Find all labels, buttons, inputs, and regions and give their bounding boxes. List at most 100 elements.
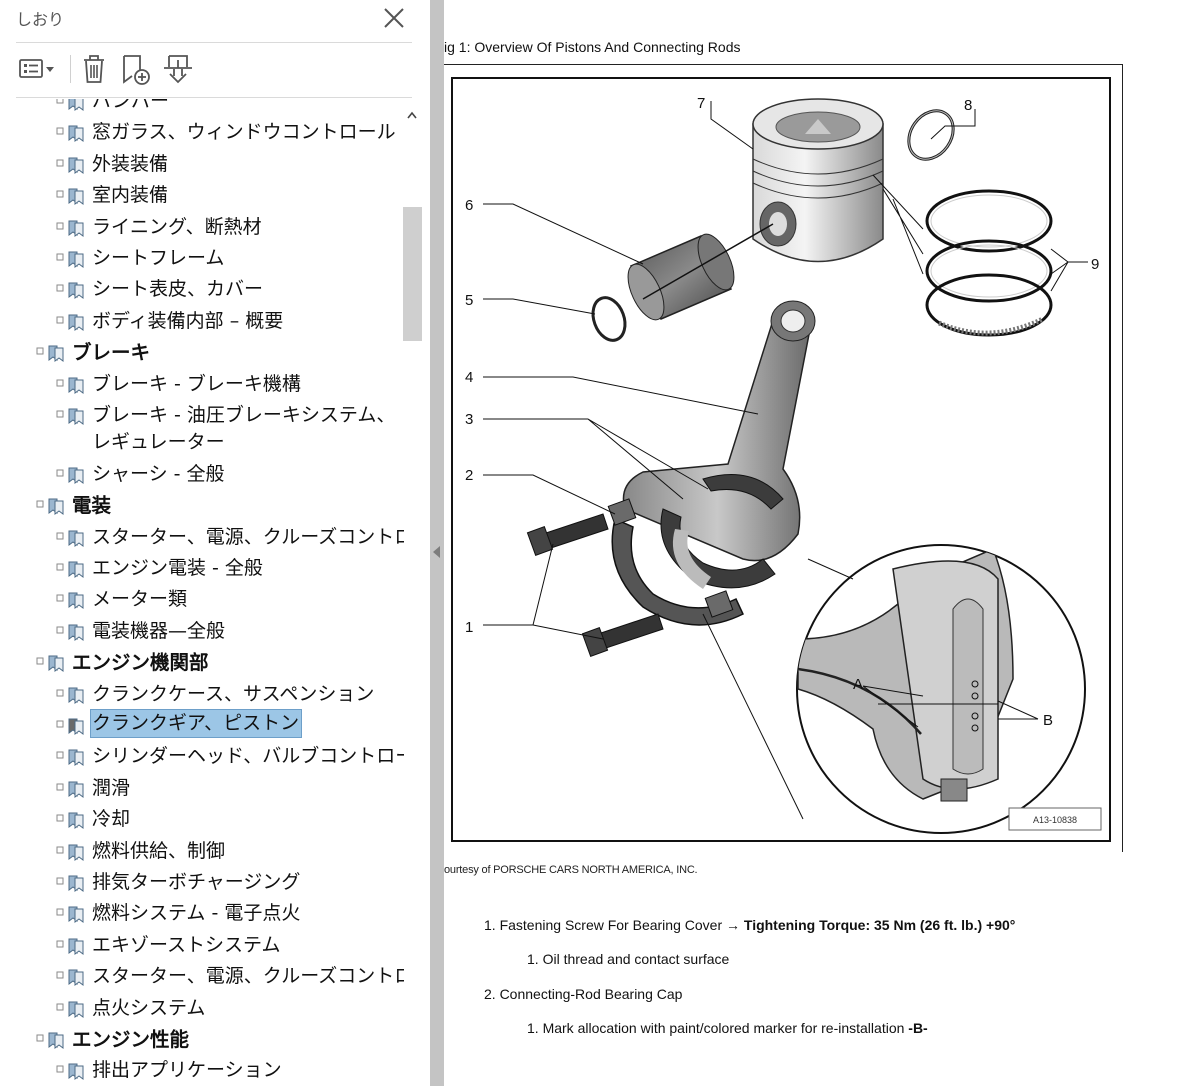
callout-3: 3 — [465, 411, 473, 428]
bookmark-item[interactable]: シートフレーム — [0, 243, 404, 274]
bookmark-label: 燃料システム - 電子点火 — [92, 902, 301, 925]
tree-expander-icon[interactable] — [56, 877, 64, 885]
bookmark-item[interactable]: 燃料供給、制御 — [0, 836, 404, 867]
tree-expander-icon[interactable] — [56, 253, 64, 261]
expand-bookmark-button[interactable] — [160, 52, 196, 86]
bookmark-item[interactable]: エキゾーストシステム — [0, 930, 404, 961]
bookmark-item[interactable]: 点火システム — [0, 993, 404, 1024]
tree-expander-icon[interactable] — [56, 410, 64, 418]
bookmark-label: 室内装備 — [92, 184, 169, 207]
list-item-1-text: 1. Fastening Screw For Bearing Cover → — [484, 917, 744, 933]
bookmark-item[interactable]: ブレーキ - ブレーキ機構 — [0, 369, 404, 400]
bookmark-item[interactable]: 燃料システム - 電子点火 — [0, 898, 404, 929]
bookmark-item[interactable]: クランクケース、サスペンション — [0, 679, 404, 710]
callout-7: 7 — [697, 95, 705, 112]
bookmark-label: クランクケース、サスペンション — [92, 682, 375, 705]
bookmark-item[interactable]: エンジン性能 — [0, 1024, 404, 1055]
tree-expander-icon[interactable] — [56, 594, 64, 602]
panel-splitter[interactable] — [430, 0, 444, 1086]
close-panel-button[interactable] — [381, 5, 407, 31]
bookmark-item[interactable]: クランクギア、ピストン — [0, 709, 404, 741]
bookmark-item[interactable]: 電装 — [0, 490, 404, 521]
collapse-arrow-icon[interactable] — [433, 546, 440, 558]
tree-expander-icon[interactable] — [36, 347, 44, 355]
bookmark-icon — [66, 280, 86, 300]
bookmark-item[interactable]: スターター、電源、クルーズコントロール — [0, 961, 404, 992]
bookmark-item[interactable]: バンパー — [0, 99, 404, 117]
tree-expander-icon[interactable] — [56, 720, 64, 728]
scroll-up-button[interactable] — [402, 109, 422, 123]
tree-expander-icon[interactable] — [56, 532, 64, 540]
scroll-thumb[interactable] — [403, 207, 422, 341]
bookmark-item[interactable]: ボディ装備内部 – 概要 — [0, 306, 404, 337]
options-menu-button[interactable] — [16, 52, 60, 86]
bookmark-item[interactable]: ブレーキ — [0, 337, 404, 368]
bookmark-item[interactable]: シート表皮、カバー — [0, 274, 404, 305]
bookmark-item[interactable]: エンジン電装 - 全般 — [0, 553, 404, 584]
tree-expander-icon[interactable] — [36, 1034, 44, 1042]
bookmark-icon — [66, 590, 86, 610]
bookmark-item[interactable]: 電装機器—全般 — [0, 616, 404, 647]
bookmark-item[interactable]: シャーシ - 全般 — [0, 459, 404, 490]
bookmark-item[interactable]: 室内装備 — [0, 180, 404, 211]
tree-expander-icon[interactable] — [56, 316, 64, 324]
bookmark-icon — [46, 1030, 66, 1050]
bookmark-label: 冷却 — [92, 808, 131, 831]
tree-expander-icon[interactable] — [56, 379, 64, 387]
list-item-2-sub-1-text: 1. Mark allocation with paint/colored ma… — [527, 1020, 909, 1036]
bookmark-item[interactable]: 冷却 — [0, 804, 404, 835]
tree-expander-icon[interactable] — [56, 1065, 64, 1073]
bookmark-label: エンジン電装 - 全般 — [92, 557, 263, 580]
bookmark-item[interactable]: ライニング、断熱材 — [0, 212, 404, 243]
circlip-lower — [591, 296, 627, 342]
tree-expander-icon[interactable] — [56, 626, 64, 634]
tree-expander-icon[interactable] — [56, 563, 64, 571]
bookmark-item[interactable]: 潤滑 — [0, 773, 404, 804]
bookmark-item[interactable]: ブレーキ - 油圧ブレーキシステム、レギュレーター — [0, 400, 404, 459]
bookmark-item[interactable]: 排出アプリケーション — [0, 1055, 404, 1086]
connecting-rod — [622, 300, 816, 562]
bookmark-label: 潤滑 — [92, 776, 131, 799]
bookmark-item[interactable]: 窓ガラス、ウィンドウコントロール — [0, 117, 404, 148]
tree-expander-icon[interactable] — [56, 846, 64, 854]
tree-expander-icon[interactable] — [56, 190, 64, 198]
bookmark-label: ブレーキ - 油圧ブレーキシステム、レギュレーター — [92, 403, 396, 453]
bookmark-item[interactable]: メーター類 — [0, 584, 404, 615]
bookmark-item[interactable]: スターター、電源、クルーズコントロール — [0, 522, 404, 553]
tree-expander-icon[interactable] — [56, 284, 64, 292]
list-item-1: 1. Fastening Screw For Bearing Cover → T… — [484, 917, 1015, 933]
delete-bookmark-button[interactable] — [78, 52, 110, 86]
tree-expander-icon[interactable] — [56, 222, 64, 230]
tree-expander-icon[interactable] — [36, 657, 44, 665]
bookmark-tree: バンパー 窓ガラス、ウィンドウコントロール 外装装備 室内装備 ライニング、断熱材 シート… — [0, 99, 404, 1086]
tree-expander-icon[interactable] — [56, 689, 64, 697]
tree-expander-icon[interactable] — [56, 127, 64, 135]
bookmark-scrollbar[interactable] — [402, 99, 422, 1086]
new-bookmark-button[interactable] — [118, 52, 154, 86]
bookmark-item[interactable]: 排気ターボチャージング — [0, 867, 404, 898]
close-icon — [384, 8, 404, 28]
tree-expander-icon[interactable] — [56, 469, 64, 477]
bookmark-label: シートフレーム — [92, 246, 225, 269]
tree-expander-icon[interactable] — [56, 971, 64, 979]
bookmark-label: 排気ターボチャージング — [92, 870, 301, 893]
tree-expander-icon[interactable] — [56, 99, 64, 104]
tree-expander-icon[interactable] — [56, 751, 64, 759]
bookmark-item[interactable]: 外装装備 — [0, 149, 404, 180]
tree-expander-icon[interactable] — [56, 814, 64, 822]
tree-expander-icon[interactable] — [56, 1003, 64, 1011]
tree-expander-icon[interactable] — [56, 159, 64, 167]
bookmark-label: シリンダーヘッド、バルブコントロール — [92, 745, 404, 768]
bookmark-item[interactable]: シリンダーヘッド、バルブコントロール — [0, 741, 404, 772]
tree-expander-icon[interactable] — [36, 500, 44, 508]
bookmark-label: 電装 — [72, 494, 112, 518]
bookmark-icon — [66, 465, 86, 485]
tree-expander-icon[interactable] — [56, 940, 64, 948]
bookmark-item[interactable]: エンジン機関部 — [0, 647, 404, 678]
toolbar-divider-bottom — [16, 97, 412, 98]
bookmark-icon — [66, 1061, 86, 1081]
tree-expander-icon[interactable] — [56, 783, 64, 791]
tree-expander-icon[interactable] — [56, 908, 64, 916]
add-bookmark-icon — [123, 55, 150, 85]
callout-a: A — [853, 676, 863, 693]
